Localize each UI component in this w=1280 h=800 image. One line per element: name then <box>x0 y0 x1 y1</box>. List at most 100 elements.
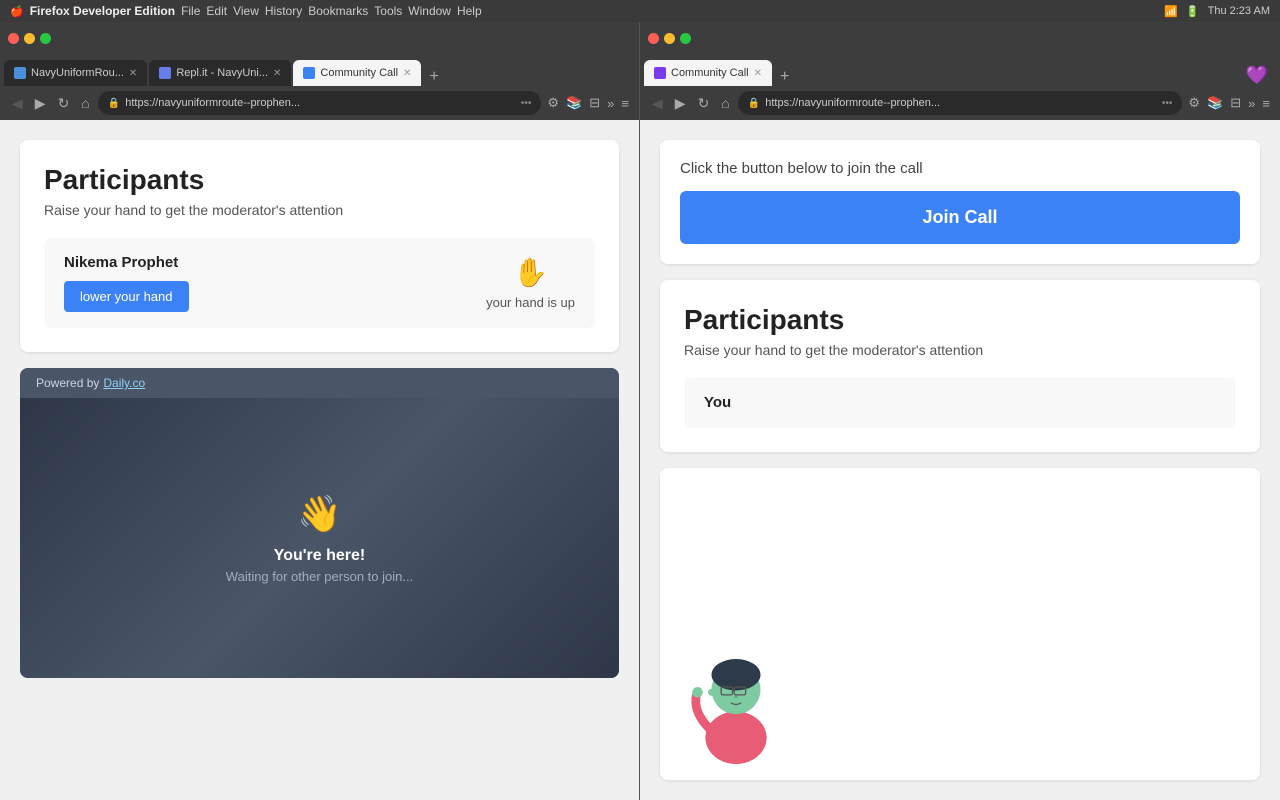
daily-sub-text: Waiting for other person to join... <box>226 569 413 584</box>
overflow-icon-left[interactable]: » <box>605 94 616 113</box>
new-tab-button-right[interactable]: + <box>774 68 795 86</box>
left-participants-section: Participants Raise your hand to get the … <box>20 140 619 352</box>
daily-embed: Powered by Daily.co 👋 You're here! Waiti… <box>20 368 619 678</box>
join-call-button[interactable]: Join Call <box>680 191 1240 244</box>
participant-right: ✋ your hand is up <box>486 256 575 310</box>
daily-text: You're here! Waiting for other person to… <box>226 547 413 584</box>
new-tab-button-left[interactable]: + <box>423 68 444 86</box>
menu-icon-right[interactable]: ≡ <box>1260 94 1272 113</box>
traffic-lights-right <box>648 33 691 44</box>
maximize-button-right[interactable] <box>680 33 691 44</box>
maximize-button-left[interactable] <box>40 33 51 44</box>
bookmarks-menu[interactable]: Bookmarks <box>308 4 368 18</box>
devtools-icon[interactable]: ⚙ <box>545 93 561 113</box>
left-title-bar <box>0 22 639 54</box>
close-button-right[interactable] <box>648 33 659 44</box>
home-button-left[interactable]: ⌂ <box>77 93 93 113</box>
right-tabs-row: Community Call ✕ + 💜 <box>640 54 1280 86</box>
left-browser-window: NavyUniformRou... ✕ Repl.it - NavyUni...… <box>0 22 640 800</box>
tab-favicon-right <box>654 67 666 79</box>
right-nav-extras: ⚙ 📚 ⊟ » ≡ <box>1186 93 1272 113</box>
library-icon[interactable]: 📚 <box>564 93 584 113</box>
address-text-left: https://navyuniformroute--prophen... <box>125 97 516 109</box>
forward-button-left[interactable]: ▶ <box>31 93 50 114</box>
minimize-button-left[interactable] <box>24 33 35 44</box>
battery-icon: 🔋 <box>1186 5 1200 18</box>
tools-menu[interactable]: Tools <box>374 4 402 18</box>
right-browser-window: Community Call ✕ + 💜 ◀ ▶ ↻ ⌂ 🔒 https://n… <box>640 22 1280 800</box>
tab-favicon <box>303 67 315 79</box>
daily-video-area: 👋 You're here! Waiting for other person … <box>20 398 619 678</box>
help-menu[interactable]: Help <box>457 4 482 18</box>
lock-icon-left: 🔒 <box>108 98 120 109</box>
menu-icon-left[interactable]: ≡ <box>619 94 631 113</box>
character-illustration <box>676 624 796 764</box>
address-text-right: https://navyuniformroute--prophen... <box>765 97 1157 109</box>
devtools-icon-right[interactable]: ⚙ <box>1186 93 1202 113</box>
clock: Thu 2:23 AM <box>1208 5 1270 17</box>
apple-menu[interactable]: 🍎 <box>10 5 24 18</box>
tab-navy-1[interactable]: NavyUniformRou... ✕ <box>4 60 147 86</box>
window-menu[interactable]: Window <box>408 4 451 18</box>
participant-left: Nikema Prophet lower your hand <box>64 254 189 312</box>
tab-favicon <box>159 67 171 79</box>
history-menu[interactable]: History <box>265 4 302 18</box>
powered-by-label: Powered by <box>36 376 99 390</box>
tab-close-icon[interactable]: ✕ <box>129 68 137 79</box>
hand-status: your hand is up <box>486 295 575 310</box>
forward-button-right[interactable]: ▶ <box>671 93 690 114</box>
left-nav-extras: ⚙ 📚 ⊟ » ≡ <box>545 93 631 113</box>
discord-icon-right[interactable]: 💜 <box>1246 65 1268 86</box>
edit-menu[interactable]: Edit <box>206 4 227 18</box>
sidebar-toggle-right[interactable]: ⊟ <box>1228 93 1243 113</box>
right-title-bar <box>640 22 1280 54</box>
tab-community-right[interactable]: Community Call ✕ <box>644 60 772 86</box>
firefox-menu[interactable]: Firefox Developer Edition <box>30 4 175 18</box>
tab-close-icon[interactable]: ✕ <box>273 68 281 79</box>
tab-close-right[interactable]: ✕ <box>754 68 762 79</box>
wifi-icon: 📶 <box>1164 5 1178 18</box>
minimize-button-right[interactable] <box>664 33 675 44</box>
illustration-area <box>660 468 1260 780</box>
right-participants-subtitle: Raise your hand to get the moderator's a… <box>684 342 1236 358</box>
join-call-text: Click the button below to join the call <box>680 160 1240 177</box>
right-page-content: Click the button below to join the call … <box>640 120 1280 800</box>
lock-icon-right: 🔒 <box>748 98 760 109</box>
address-bar-right[interactable]: 🔒 https://navyuniformroute--prophen... •… <box>738 91 1183 115</box>
tab-community-left[interactable]: Community Call ✕ <box>293 60 421 86</box>
view-menu[interactable]: View <box>233 4 259 18</box>
reload-button-left[interactable]: ↻ <box>54 93 74 114</box>
overflow-icon-right[interactable]: » <box>1246 94 1257 113</box>
close-button-left[interactable] <box>8 33 19 44</box>
home-button-right[interactable]: ⌂ <box>717 93 733 113</box>
sidebar-toggle-left[interactable]: ⊟ <box>587 93 602 113</box>
you-label: You <box>704 394 731 411</box>
more-icon-left[interactable]: ••• <box>521 98 532 109</box>
address-bar-left[interactable]: 🔒 https://navyuniformroute--prophen... •… <box>98 91 542 115</box>
right-participants-section: Participants Raise your hand to get the … <box>660 280 1260 452</box>
daily-link[interactable]: Daily.co <box>103 376 145 390</box>
library-icon-right[interactable]: 📚 <box>1205 93 1225 113</box>
reload-button-right[interactable]: ↻ <box>694 93 714 114</box>
left-browser-chrome: NavyUniformRou... ✕ Repl.it - NavyUni...… <box>0 22 639 120</box>
right-browser-chrome: Community Call ✕ + 💜 ◀ ▶ ↻ ⌂ 🔒 https://n… <box>640 22 1280 120</box>
wave-emoji: 👋 <box>297 493 342 535</box>
daily-header: Powered by Daily.co <box>20 368 619 398</box>
tab-label-right: Community Call <box>671 67 749 79</box>
back-button-left[interactable]: ◀ <box>8 93 27 114</box>
tab-label: Repl.it - NavyUni... <box>176 67 268 79</box>
back-button-right[interactable]: ◀ <box>648 93 667 114</box>
daily-main-text: You're here! <box>226 547 413 565</box>
left-page-content: Participants Raise your hand to get the … <box>0 120 639 800</box>
lower-hand-button[interactable]: lower your hand <box>64 281 189 312</box>
join-call-card: Click the button below to join the call … <box>660 140 1260 264</box>
more-icon-right[interactable]: ••• <box>1162 98 1173 109</box>
participant-name: Nikema Prophet <box>64 254 189 271</box>
raised-hand-icon: ✋ <box>513 256 548 289</box>
tab-close-icon[interactable]: ✕ <box>403 68 411 79</box>
tab-label: NavyUniformRou... <box>31 67 124 79</box>
tab-replit[interactable]: Repl.it - NavyUni... ✕ <box>149 60 291 86</box>
left-participants-subtitle: Raise your hand to get the moderator's a… <box>44 202 595 218</box>
file-menu[interactable]: File <box>181 4 200 18</box>
os-menu-bar: 🍎 Firefox Developer Edition File Edit Vi… <box>0 0 1280 22</box>
